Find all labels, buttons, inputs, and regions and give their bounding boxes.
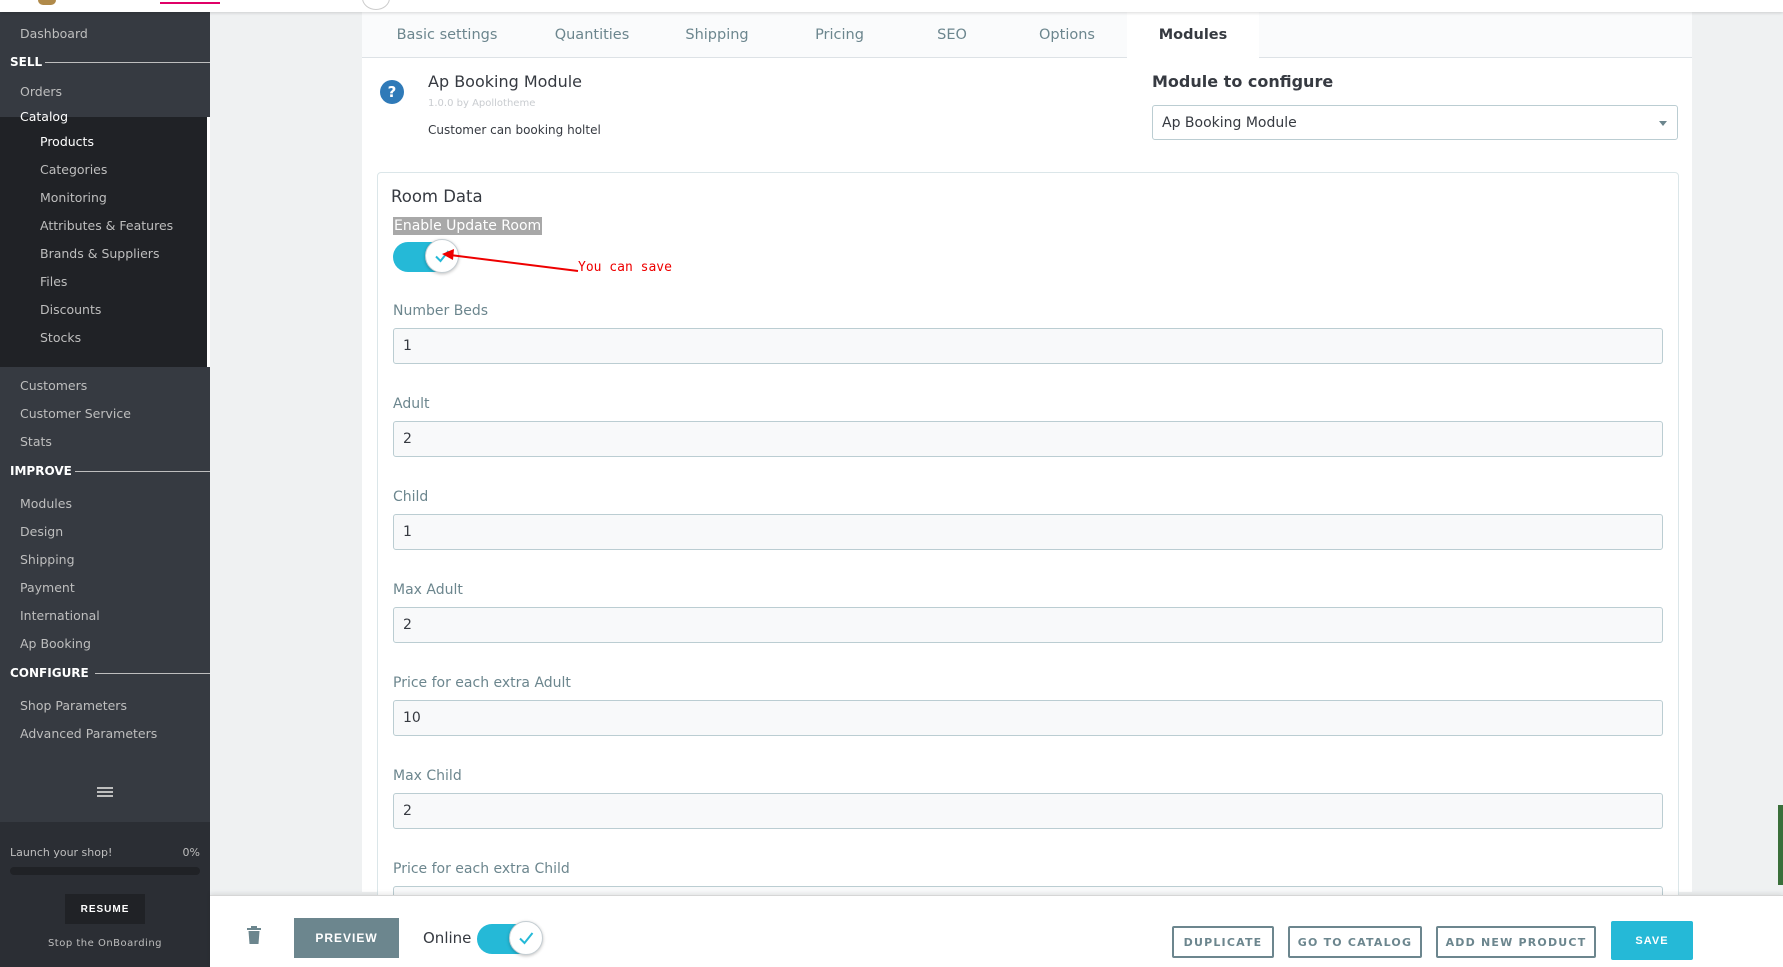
tab-shipping[interactable]: Shipping	[652, 12, 782, 58]
page-edge-decoration	[1778, 805, 1783, 885]
sidebar-item-customer-service[interactable]: Customer Service	[20, 406, 131, 421]
sidebar-section-configure: CONFIGURE	[10, 666, 210, 680]
child-label: Child	[393, 489, 429, 505]
sidebar-subitem-files[interactable]: Files	[40, 274, 67, 289]
caret-down-icon	[1659, 121, 1667, 126]
sidebar-section-label: SELL	[10, 55, 43, 69]
price-extra-child-label: Price for each extra Child	[393, 861, 570, 877]
launch-label: Launch your shop!	[10, 846, 113, 859]
duplicate-button[interactable]: DUPLICATE	[1172, 926, 1274, 958]
sidebar-item-orders[interactable]: Orders	[20, 84, 62, 99]
sidebar-item-ap-booking[interactable]: Ap Booking	[20, 636, 91, 651]
product-tabs: Basic settings Quantities Shipping Prici…	[362, 12, 1692, 58]
module-name: Ap Booking Module	[428, 72, 583, 91]
online-toggle[interactable]	[477, 921, 543, 955]
launch-percent: 0%	[182, 846, 200, 859]
sidebar-item-international[interactable]: International	[20, 608, 100, 623]
max-child-input[interactable]	[393, 793, 1663, 829]
section-divider	[45, 61, 210, 63]
number-beds-label: Number Beds	[393, 303, 489, 319]
tab-modules[interactable]: Modules	[1127, 12, 1259, 58]
preview-button[interactable]: PREVIEW	[294, 918, 399, 958]
onboarding-panel: Launch your shop! 0% RESUME Stop the OnB…	[0, 822, 210, 967]
max-adult-label: Max Adult	[393, 582, 463, 598]
sidebar-item-shop-parameters[interactable]: Shop Parameters	[20, 698, 127, 713]
sidebar-item-advanced-parameters[interactable]: Advanced Parameters	[20, 726, 157, 741]
module-configure-value: Ap Booking Module	[1162, 114, 1297, 131]
adult-input[interactable]	[393, 421, 1663, 457]
header-circle-button[interactable]	[362, 0, 390, 10]
sidebar-subitem-stocks[interactable]: Stocks	[40, 330, 81, 345]
section-divider	[75, 470, 210, 472]
sidebar-item-customers[interactable]: Customers	[20, 378, 87, 393]
sidebar-section-sell: SELL	[10, 55, 210, 69]
toggle-knob	[509, 921, 543, 955]
sidebar-item-payment[interactable]: Payment	[20, 580, 75, 595]
price-extra-adult-input[interactable]	[393, 700, 1663, 736]
sidebar: Dashboard SELL Orders Catalog Products C…	[0, 12, 210, 967]
sidebar-subitem-monitoring[interactable]: Monitoring	[40, 190, 107, 205]
go-to-catalog-button[interactable]: GO TO CATALOG	[1288, 926, 1422, 958]
tab-quantities[interactable]: Quantities	[532, 12, 652, 58]
enable-update-room-toggle[interactable]	[393, 239, 459, 273]
online-label: Online	[423, 929, 472, 947]
sidebar-subitem-discounts[interactable]: Discounts	[40, 302, 101, 317]
trash-icon[interactable]	[246, 926, 262, 944]
max-child-label: Max Child	[393, 768, 462, 784]
tab-seo[interactable]: SEO	[897, 12, 1007, 58]
sidebar-section-label: IMPROVE	[10, 464, 72, 478]
number-beds-input[interactable]	[393, 328, 1663, 364]
add-new-product-button[interactable]: ADD NEW PRODUCT	[1436, 926, 1596, 958]
max-adult-input[interactable]	[393, 607, 1663, 643]
module-configure-select[interactable]: Ap Booking Module	[1152, 105, 1678, 140]
sidebar-subitem-categories[interactable]: Categories	[40, 162, 107, 177]
save-button[interactable]: SAVE	[1611, 921, 1693, 960]
module-version: 1.0.0 by Apollotheme	[428, 98, 536, 109]
sidebar-section-improve: IMPROVE	[10, 464, 210, 478]
tab-basic-settings[interactable]: Basic settings	[362, 12, 532, 58]
sidebar-subitem-attributes[interactable]: Attributes & Features	[40, 218, 173, 233]
product-form: Basic settings Quantities Shipping Prici…	[362, 12, 1692, 922]
shop-logo-text	[160, 0, 220, 4]
sidebar-item-shipping[interactable]: Shipping	[20, 552, 75, 567]
hamburger-icon[interactable]	[97, 787, 113, 799]
launch-progress-bar	[10, 867, 200, 875]
check-icon	[519, 932, 534, 945]
annotation-arrow	[442, 249, 579, 272]
catalog-submenu: Catalog Products Categories Monitoring A…	[0, 109, 210, 367]
sidebar-item-design[interactable]: Design	[20, 524, 63, 539]
child-input[interactable]	[393, 514, 1663, 550]
sidebar-item-modules[interactable]: Modules	[20, 496, 72, 511]
annotation-text: You can save	[578, 260, 672, 275]
room-data-card: Room Data Enable Update Room You can sav…	[377, 172, 1679, 922]
module-description: Customer can booking holtel	[428, 123, 601, 137]
tab-pricing[interactable]: Pricing	[782, 12, 897, 58]
stop-onboarding-link[interactable]: Stop the OnBoarding	[0, 938, 210, 949]
section-divider	[95, 672, 210, 674]
sidebar-item-stats[interactable]: Stats	[20, 434, 52, 449]
sidebar-item-catalog[interactable]: Catalog	[20, 109, 68, 124]
shop-logo-icon	[38, 0, 56, 5]
price-extra-adult-label: Price for each extra Adult	[393, 675, 571, 691]
sidebar-section-label: CONFIGURE	[10, 666, 89, 680]
sidebar-subitem-brands[interactable]: Brands & Suppliers	[40, 246, 159, 261]
help-icon[interactable]: ?	[380, 80, 404, 104]
resume-button[interactable]: RESUME	[65, 894, 145, 924]
top-header	[0, 0, 1783, 12]
product-footer: PREVIEW Online DUPLICATE GO TO CATALOG A…	[210, 895, 1783, 967]
sidebar-subitem-products[interactable]: Products	[40, 134, 94, 149]
adult-label: Adult	[393, 396, 430, 412]
module-configure-label: Module to configure	[1152, 72, 1334, 91]
sidebar-item-dashboard[interactable]: Dashboard	[20, 26, 88, 41]
tab-options[interactable]: Options	[1007, 12, 1127, 58]
enable-update-room-label: Enable Update Room	[393, 217, 543, 235]
